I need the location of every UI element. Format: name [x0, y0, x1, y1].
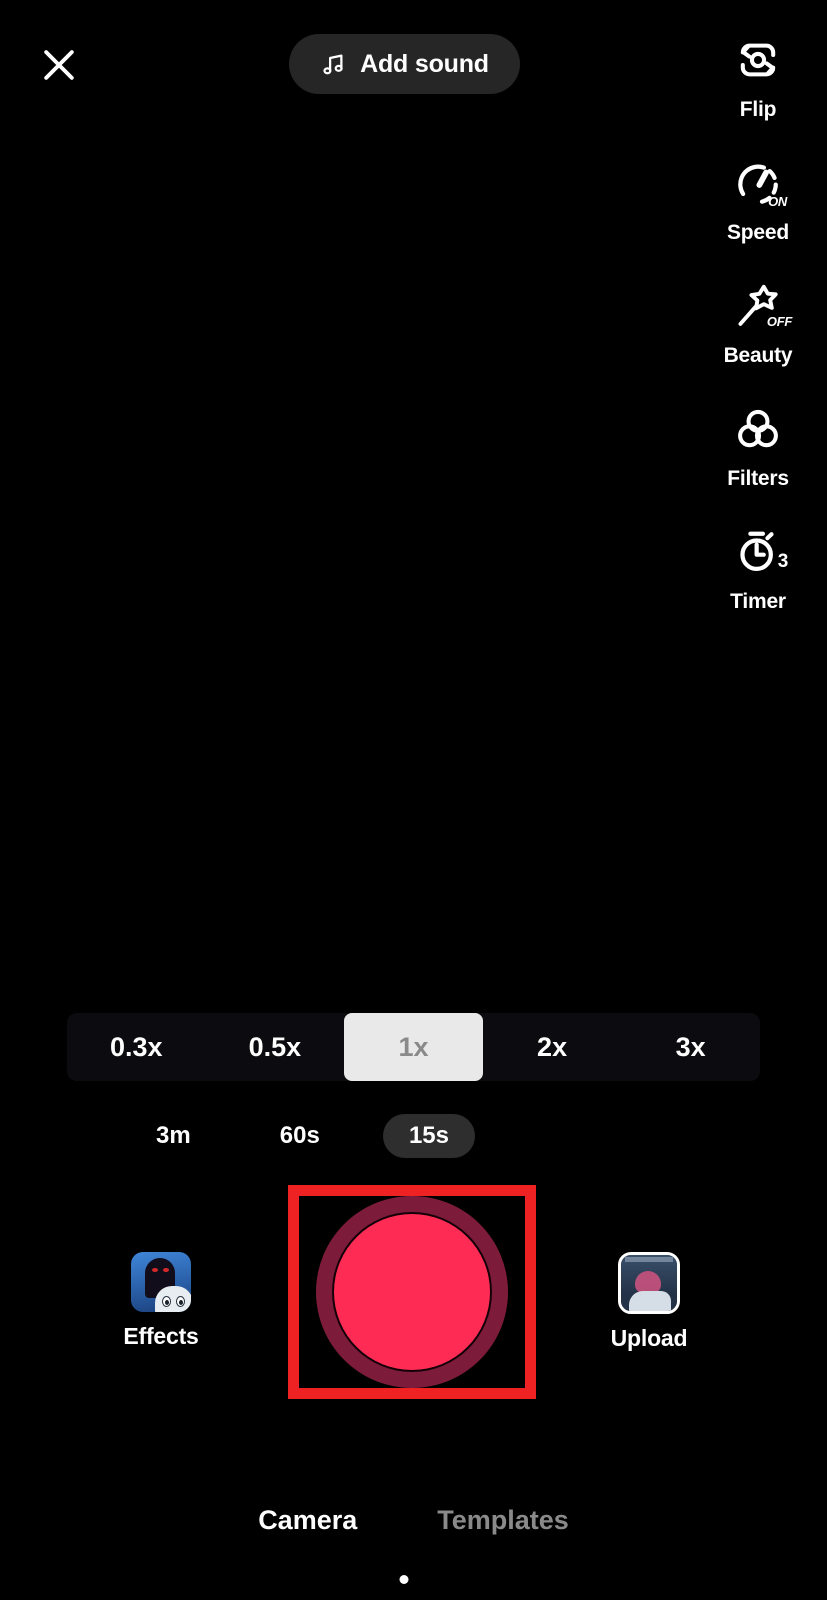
- rail-item-beauty[interactable]: OFF Beauty: [703, 274, 813, 397]
- tab-camera[interactable]: Camera: [258, 1505, 357, 1536]
- rail-item-filters[interactable]: Filters: [703, 397, 813, 520]
- upload-button[interactable]: Upload: [598, 1252, 700, 1352]
- stopwatch-icon: 3: [730, 524, 789, 580]
- effects-button[interactable]: Effects: [110, 1252, 212, 1350]
- record-button-core: [334, 1214, 490, 1370]
- rail-label-timer: Timer: [730, 590, 786, 613]
- magic-wand-icon: OFF: [730, 278, 792, 334]
- zoom-option-3[interactable]: 2x: [483, 1013, 622, 1081]
- camera-flip-icon: [730, 32, 786, 88]
- tab-templates[interactable]: Templates: [437, 1505, 569, 1536]
- upload-thumbnail: [618, 1252, 680, 1314]
- rail-item-timer[interactable]: 3 Timer: [703, 520, 813, 643]
- beauty-badge: OFF: [766, 314, 792, 329]
- duration-selector: 3m 60s 15s: [130, 1111, 475, 1161]
- zoom-level-selector: 0.3x 0.5x 1x 2x 3x: [67, 1013, 760, 1081]
- rail-item-flip[interactable]: Flip: [703, 28, 813, 151]
- duration-option-3m[interactable]: 3m: [130, 1114, 217, 1158]
- tab-indicator-dot: [399, 1575, 409, 1584]
- zoom-option-2[interactable]: 1x: [344, 1013, 483, 1081]
- speedometer-icon: ON: [730, 155, 787, 211]
- add-sound-button[interactable]: Add sound: [289, 34, 520, 94]
- rail-label-beauty: Beauty: [723, 344, 793, 367]
- zoom-option-0[interactable]: 0.3x: [67, 1013, 206, 1081]
- zoom-option-1[interactable]: 0.5x: [206, 1013, 345, 1081]
- close-button[interactable]: [32, 38, 86, 92]
- rail-label-flip: Flip: [739, 98, 777, 121]
- rail-item-speed[interactable]: ON Speed: [703, 151, 813, 274]
- speed-badge: ON: [768, 194, 787, 209]
- effects-thumbnail: [131, 1252, 191, 1312]
- record-button[interactable]: [316, 1196, 508, 1388]
- add-sound-label: Add sound: [360, 49, 489, 78]
- zoom-option-4[interactable]: 3x: [621, 1013, 760, 1081]
- three-circles-icon: [730, 401, 786, 457]
- duration-option-60s[interactable]: 60s: [254, 1114, 346, 1158]
- duration-option-15s[interactable]: 15s: [382, 1114, 475, 1158]
- bottom-tab-bar: Camera Templates: [0, 1505, 827, 1536]
- tab-indicator-wrap: [0, 1560, 827, 1600]
- close-icon: [44, 50, 74, 80]
- rail-label-filters: Filters: [727, 467, 789, 490]
- camera-screen: Add sound Flip ON Speed OFF Beauty Filte…: [0, 0, 827, 1600]
- upload-label: Upload: [610, 1325, 688, 1351]
- camera-tools-rail: Flip ON Speed OFF Beauty Filters 3 Timer: [703, 28, 813, 643]
- music-note-icon: [323, 53, 343, 74]
- effects-label: Effects: [123, 1323, 199, 1349]
- timer-badge: 3: [777, 551, 789, 572]
- rail-label-speed: Speed: [726, 221, 790, 244]
